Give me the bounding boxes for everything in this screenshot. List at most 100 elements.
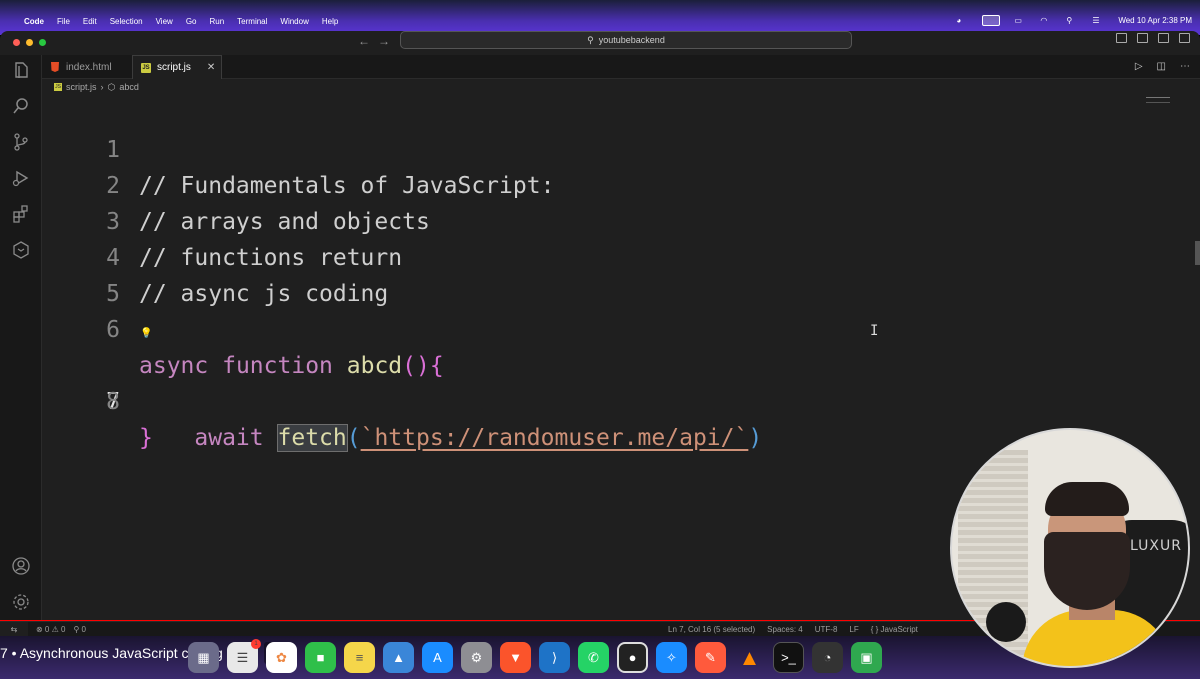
menu-edit[interactable]: Edit: [83, 17, 97, 26]
terminal-icon[interactable]: >_: [773, 642, 804, 673]
source-control-icon[interactable]: [11, 132, 31, 152]
microphone: [986, 602, 1026, 642]
menu-app-name[interactable]: Code: [24, 17, 44, 26]
language-mode[interactable]: { } JavaScript: [871, 625, 918, 634]
vscode-icon[interactable]: ⟩: [539, 642, 570, 673]
code-line[interactable]: 1 // Fundamentals of JavaScript:: [42, 96, 1142, 199]
menu-terminal[interactable]: Terminal: [237, 17, 267, 26]
breadcrumb: JS script.js › ⬡ abcd: [42, 79, 1200, 95]
lightbulb-icon[interactable]: 💡: [140, 316, 152, 352]
macos-menu-bar: Code File Edit Selection View Go Run Ter…: [0, 0, 1200, 35]
close-window-button[interactable]: [13, 39, 20, 46]
toggle-primary-sidebar-icon[interactable]: [1116, 33, 1127, 43]
menu-run[interactable]: Run: [209, 17, 224, 26]
breadcrumb-symbol[interactable]: abcd: [119, 82, 139, 92]
android-studio-icon[interactable]: ▣: [851, 642, 882, 673]
screen-record-icon[interactable]: ◕: [956, 16, 968, 25]
html-file-icon: [51, 62, 59, 72]
editor-tab-bar: index.html JS script.js ✕ ▷ ◫ ⋯: [42, 55, 1200, 79]
extensions-icon[interactable]: [11, 204, 31, 224]
run-file-icon[interactable]: ▷: [1135, 61, 1143, 72]
keynote-icon[interactable]: ▲: [383, 642, 414, 673]
menu-help[interactable]: Help: [322, 17, 338, 26]
indentation[interactable]: Spaces: 4: [767, 625, 803, 634]
whatsapp-icon[interactable]: ✆: [578, 642, 609, 673]
search-icon[interactable]: [11, 96, 31, 116]
webcam-overlay: LUXUR: [950, 428, 1190, 668]
code-line[interactable]: 5: [42, 240, 1142, 307]
notes-icon[interactable]: ≡: [344, 642, 375, 673]
vlc-icon[interactable]: ▲: [734, 642, 765, 673]
close-brace: }: [139, 425, 153, 451]
github-icon[interactable]: ●: [617, 642, 648, 673]
reminders-icon[interactable]: ☰ 1: [227, 639, 261, 673]
customize-layout-icon[interactable]: [1179, 33, 1190, 43]
code-content: await fetch(`https://randomuser.me/api/`…: [139, 420, 762, 456]
tab-index-html[interactable]: index.html: [42, 55, 132, 79]
system-settings-icon[interactable]: ⚙: [461, 642, 492, 673]
display-icon[interactable]: [982, 15, 1001, 26]
problems-count[interactable]: ⊗ 0 ⚠ 0: [36, 625, 65, 634]
photos-icon[interactable]: ✿: [266, 642, 297, 673]
toggle-panel-icon[interactable]: [1137, 33, 1148, 43]
split-editor-icon[interactable]: ◫: [1157, 61, 1166, 72]
macos-dock: ▦ ☰ 1 ✿ ■ ≡ ▲ A ⚙ ▼ ⟩ ✆ ● ✧ ✎ ▲ >_ ◔ ▣: [180, 638, 1010, 679]
activity-bar: [0, 55, 42, 621]
editor-scrollbar[interactable]: [1195, 241, 1200, 265]
js-file-icon: JS: [54, 83, 62, 91]
app-store-icon[interactable]: A: [422, 642, 453, 673]
menubar-clock[interactable]: Wed 10 Apr 2:38 PM: [1118, 16, 1192, 25]
minimize-window-button[interactable]: [26, 39, 33, 46]
accounts-icon[interactable]: [11, 556, 31, 576]
menu-selection[interactable]: Selection: [110, 17, 143, 26]
command-center-search[interactable]: ⚲ youtubebackend: [400, 31, 852, 49]
code-line[interactable]: 4 // async js coding: [42, 204, 1142, 307]
window-title-bar: ←→ ⚲ youtubebackend: [0, 31, 1200, 55]
more-actions-icon[interactable]: ⋯: [1180, 61, 1190, 72]
zoom-window-button[interactable]: [39, 39, 46, 46]
tab-script-js[interactable]: JS script.js ✕: [132, 55, 222, 79]
activity-monitor-icon[interactable]: ◔: [812, 642, 843, 673]
line-number: 8: [106, 389, 120, 415]
facetime-icon[interactable]: ■: [305, 642, 336, 673]
paren-close: ): [748, 425, 763, 451]
cursor-position[interactable]: Ln 7, Col 16 (5 selected): [668, 625, 755, 634]
status-right: Ln 7, Col 16 (5 selected) Spaces: 4 UTF-…: [668, 625, 918, 634]
back-arrow-icon[interactable]: ←: [358, 34, 378, 48]
launchpad-icon[interactable]: ▦: [188, 642, 219, 673]
remote-explorer-icon[interactable]: [11, 240, 31, 260]
toggle-secondary-sidebar-icon[interactable]: [1158, 33, 1169, 43]
spotlight-search-icon[interactable]: ⚲: [1066, 16, 1078, 25]
battery-icon[interactable]: ▭: [1014, 16, 1026, 25]
explorer-icon[interactable]: [11, 60, 31, 80]
code-line-current[interactable]: 💡 7 await fetch(`https://randomuser.me/a…: [42, 312, 1142, 452]
remote-indicator-icon[interactable]: ⇆: [0, 621, 28, 637]
encoding[interactable]: UTF-8: [815, 625, 838, 634]
forward-arrow-icon[interactable]: →: [378, 34, 398, 48]
minimap[interactable]: [1146, 97, 1170, 103]
ports-count[interactable]: ⚲ 0: [73, 625, 86, 634]
search-icon: ⚲: [587, 34, 594, 45]
code-line[interactable]: 8 }: [42, 348, 1142, 451]
close-tab-icon[interactable]: ✕: [207, 62, 215, 73]
breadcrumb-file[interactable]: script.js: [66, 82, 97, 92]
tab-label: index.html: [66, 61, 112, 73]
chevron-right-icon: ›: [100, 82, 104, 92]
menu-view[interactable]: View: [156, 17, 173, 26]
chair-brand-text: LUXUR: [1130, 538, 1182, 554]
end-of-line[interactable]: LF: [849, 625, 858, 634]
menu-go[interactable]: Go: [186, 17, 197, 26]
pencil-app-icon[interactable]: ✎: [695, 642, 726, 673]
safari-icon[interactable]: ✧: [656, 642, 687, 673]
brave-browser-icon[interactable]: ▼: [500, 642, 531, 673]
run-and-debug-icon[interactable]: [11, 168, 31, 188]
code-line[interactable]: 3 // functions return: [42, 168, 1142, 271]
code-line[interactable]: 2 // arrays and objects: [42, 132, 1142, 235]
settings-gear-icon[interactable]: [11, 592, 31, 612]
menu-file[interactable]: File: [57, 17, 70, 26]
code-line[interactable]: 6 async function abcd(){: [42, 276, 1142, 379]
menu-window[interactable]: Window: [280, 17, 308, 26]
wifi-icon[interactable]: ◠: [1040, 16, 1052, 25]
control-center-icon[interactable]: ☰: [1092, 16, 1104, 25]
presenter-hair: [1045, 482, 1129, 516]
